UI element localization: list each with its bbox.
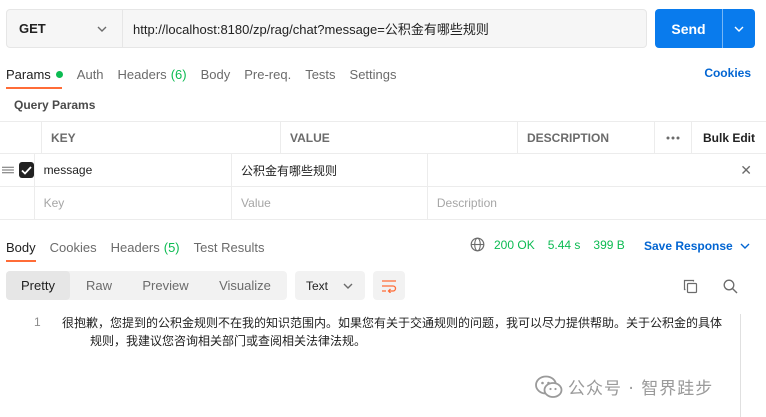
line-number: 1 (34, 315, 41, 329)
query-params-title: Query Params (14, 98, 96, 112)
active-response-tab-underline (6, 260, 36, 262)
response-text: 很抱歉，您提到的公积金规则不在我的知识范围内。如果您有关于交通规则的问题，我可以… (62, 314, 727, 350)
tab-auth[interactable]: Auth (77, 67, 104, 82)
chevron-down-icon (734, 26, 744, 32)
editor-scroll-divider (740, 314, 741, 417)
watermark: 公众号 · 智界跬步 (535, 374, 713, 399)
table-row: message 公积金有哪些规则 ✕ (0, 154, 766, 187)
tab-test-results[interactable]: Test Results (194, 240, 265, 255)
url-bar: GET http://localhost:8180/zp/rag/chat?me… (6, 9, 647, 48)
method-select[interactable]: GET (7, 10, 123, 47)
tab-prereq[interactable]: Pre-req. (244, 67, 291, 82)
url-input[interactable]: http://localhost:8180/zp/rag/chat?messag… (123, 10, 646, 47)
param-key-input[interactable]: message (35, 154, 233, 186)
cookies-link[interactable]: Cookies (704, 66, 751, 80)
copy-button[interactable] (683, 279, 698, 297)
view-mode-selector: Pretty Raw Preview Visualize (6, 271, 287, 300)
params-table: KEY VALUE DESCRIPTION Bulk Edit message … (0, 121, 766, 220)
tab-settings[interactable]: Settings (350, 67, 397, 82)
row-controls (0, 154, 35, 186)
table-header: KEY VALUE DESCRIPTION Bulk Edit (0, 121, 766, 154)
save-response-button[interactable]: Save Response (644, 239, 751, 253)
tab-response-cookies[interactable]: Cookies (50, 240, 97, 255)
view-pretty[interactable]: Pretty (6, 271, 70, 300)
tab-headers[interactable]: Headers (6) (118, 67, 187, 82)
tab-tests[interactable]: Tests (305, 67, 335, 82)
new-value-input[interactable]: Value (232, 187, 428, 219)
tab-params[interactable]: Params (6, 67, 63, 82)
chevron-down-icon (97, 26, 107, 32)
save-response-label: Save Response (644, 239, 733, 253)
param-value-input[interactable]: 公积金有哪些规则 (232, 154, 428, 186)
tab-headers-label: Headers (117, 66, 167, 82)
new-key-input[interactable]: Key (35, 187, 233, 219)
chevron-down-icon (343, 283, 353, 289)
tab-params-label: Params (6, 66, 51, 82)
tab-response-body[interactable]: Body (6, 240, 36, 255)
chevron-down-icon (740, 243, 750, 249)
column-value: VALUE (281, 122, 518, 153)
response-status: 200 OK 5.44 s 399 B (470, 237, 625, 252)
copy-icon (683, 279, 698, 294)
response-tabs: Body Cookies Headers (5) Test Results (6, 238, 278, 256)
wrap-lines-button[interactable] (373, 271, 405, 300)
params-active-dot (55, 70, 63, 78)
param-checkbox[interactable] (18, 162, 34, 178)
table-row: Key Value Description (0, 187, 766, 220)
format-select[interactable]: Text (295, 271, 365, 300)
active-tab-underline (6, 87, 62, 89)
headers-count: (6) (170, 66, 187, 82)
param-description-input[interactable]: ✕ (428, 154, 766, 186)
delete-row-icon[interactable]: ✕ (740, 162, 752, 179)
wechat-icon (535, 375, 563, 398)
response-time[interactable]: 5.44 s (548, 238, 581, 252)
search-button[interactable] (723, 279, 738, 297)
send-button-group: Send (655, 9, 755, 48)
tab-body[interactable]: Body (201, 67, 231, 82)
tab-response-headers[interactable]: Headers (5) (111, 240, 180, 255)
globe-icon[interactable] (470, 237, 485, 252)
search-icon (723, 279, 738, 294)
status-code[interactable]: 200 OK (494, 238, 535, 252)
column-key: KEY (42, 122, 281, 153)
view-visualize[interactable]: Visualize (203, 271, 287, 300)
wrap-lines-icon (382, 279, 397, 293)
checkmark-icon (21, 165, 32, 175)
send-options-button[interactable] (723, 9, 755, 48)
view-preview[interactable]: Preview (128, 271, 203, 300)
view-raw[interactable]: Raw (70, 271, 128, 300)
header-checkbox-cell (0, 122, 42, 153)
send-button[interactable]: Send (655, 9, 722, 48)
column-description: DESCRIPTION (518, 122, 655, 153)
bulk-edit-button[interactable]: Bulk Edit (692, 122, 766, 153)
response-size[interactable]: 399 B (593, 238, 624, 252)
response-text-line1: 很抱歉，您提到的公积金规则不在我的知识范围内。如果您有关于交通规则的问题，我可以… (62, 316, 723, 330)
more-options-button[interactable] (655, 122, 692, 153)
request-tabs: Params Auth Headers (6) Body Pre-req. Tes… (6, 64, 411, 84)
response-headers-count: (5) (163, 239, 180, 255)
format-label: Text (306, 278, 329, 293)
more-horizontal-icon (666, 136, 680, 139)
row-controls (0, 187, 35, 219)
tab-response-headers-label: Headers (110, 239, 160, 255)
watermark-text: 公众号 · 智界跬步 (568, 379, 714, 399)
method-label: GET (19, 21, 46, 36)
drag-handle-icon[interactable] (2, 165, 14, 175)
response-text-line2: 规则，我建议您咨询相关部门或查阅相关法律法规。 (90, 334, 367, 348)
new-description-input[interactable]: Description (428, 187, 766, 219)
